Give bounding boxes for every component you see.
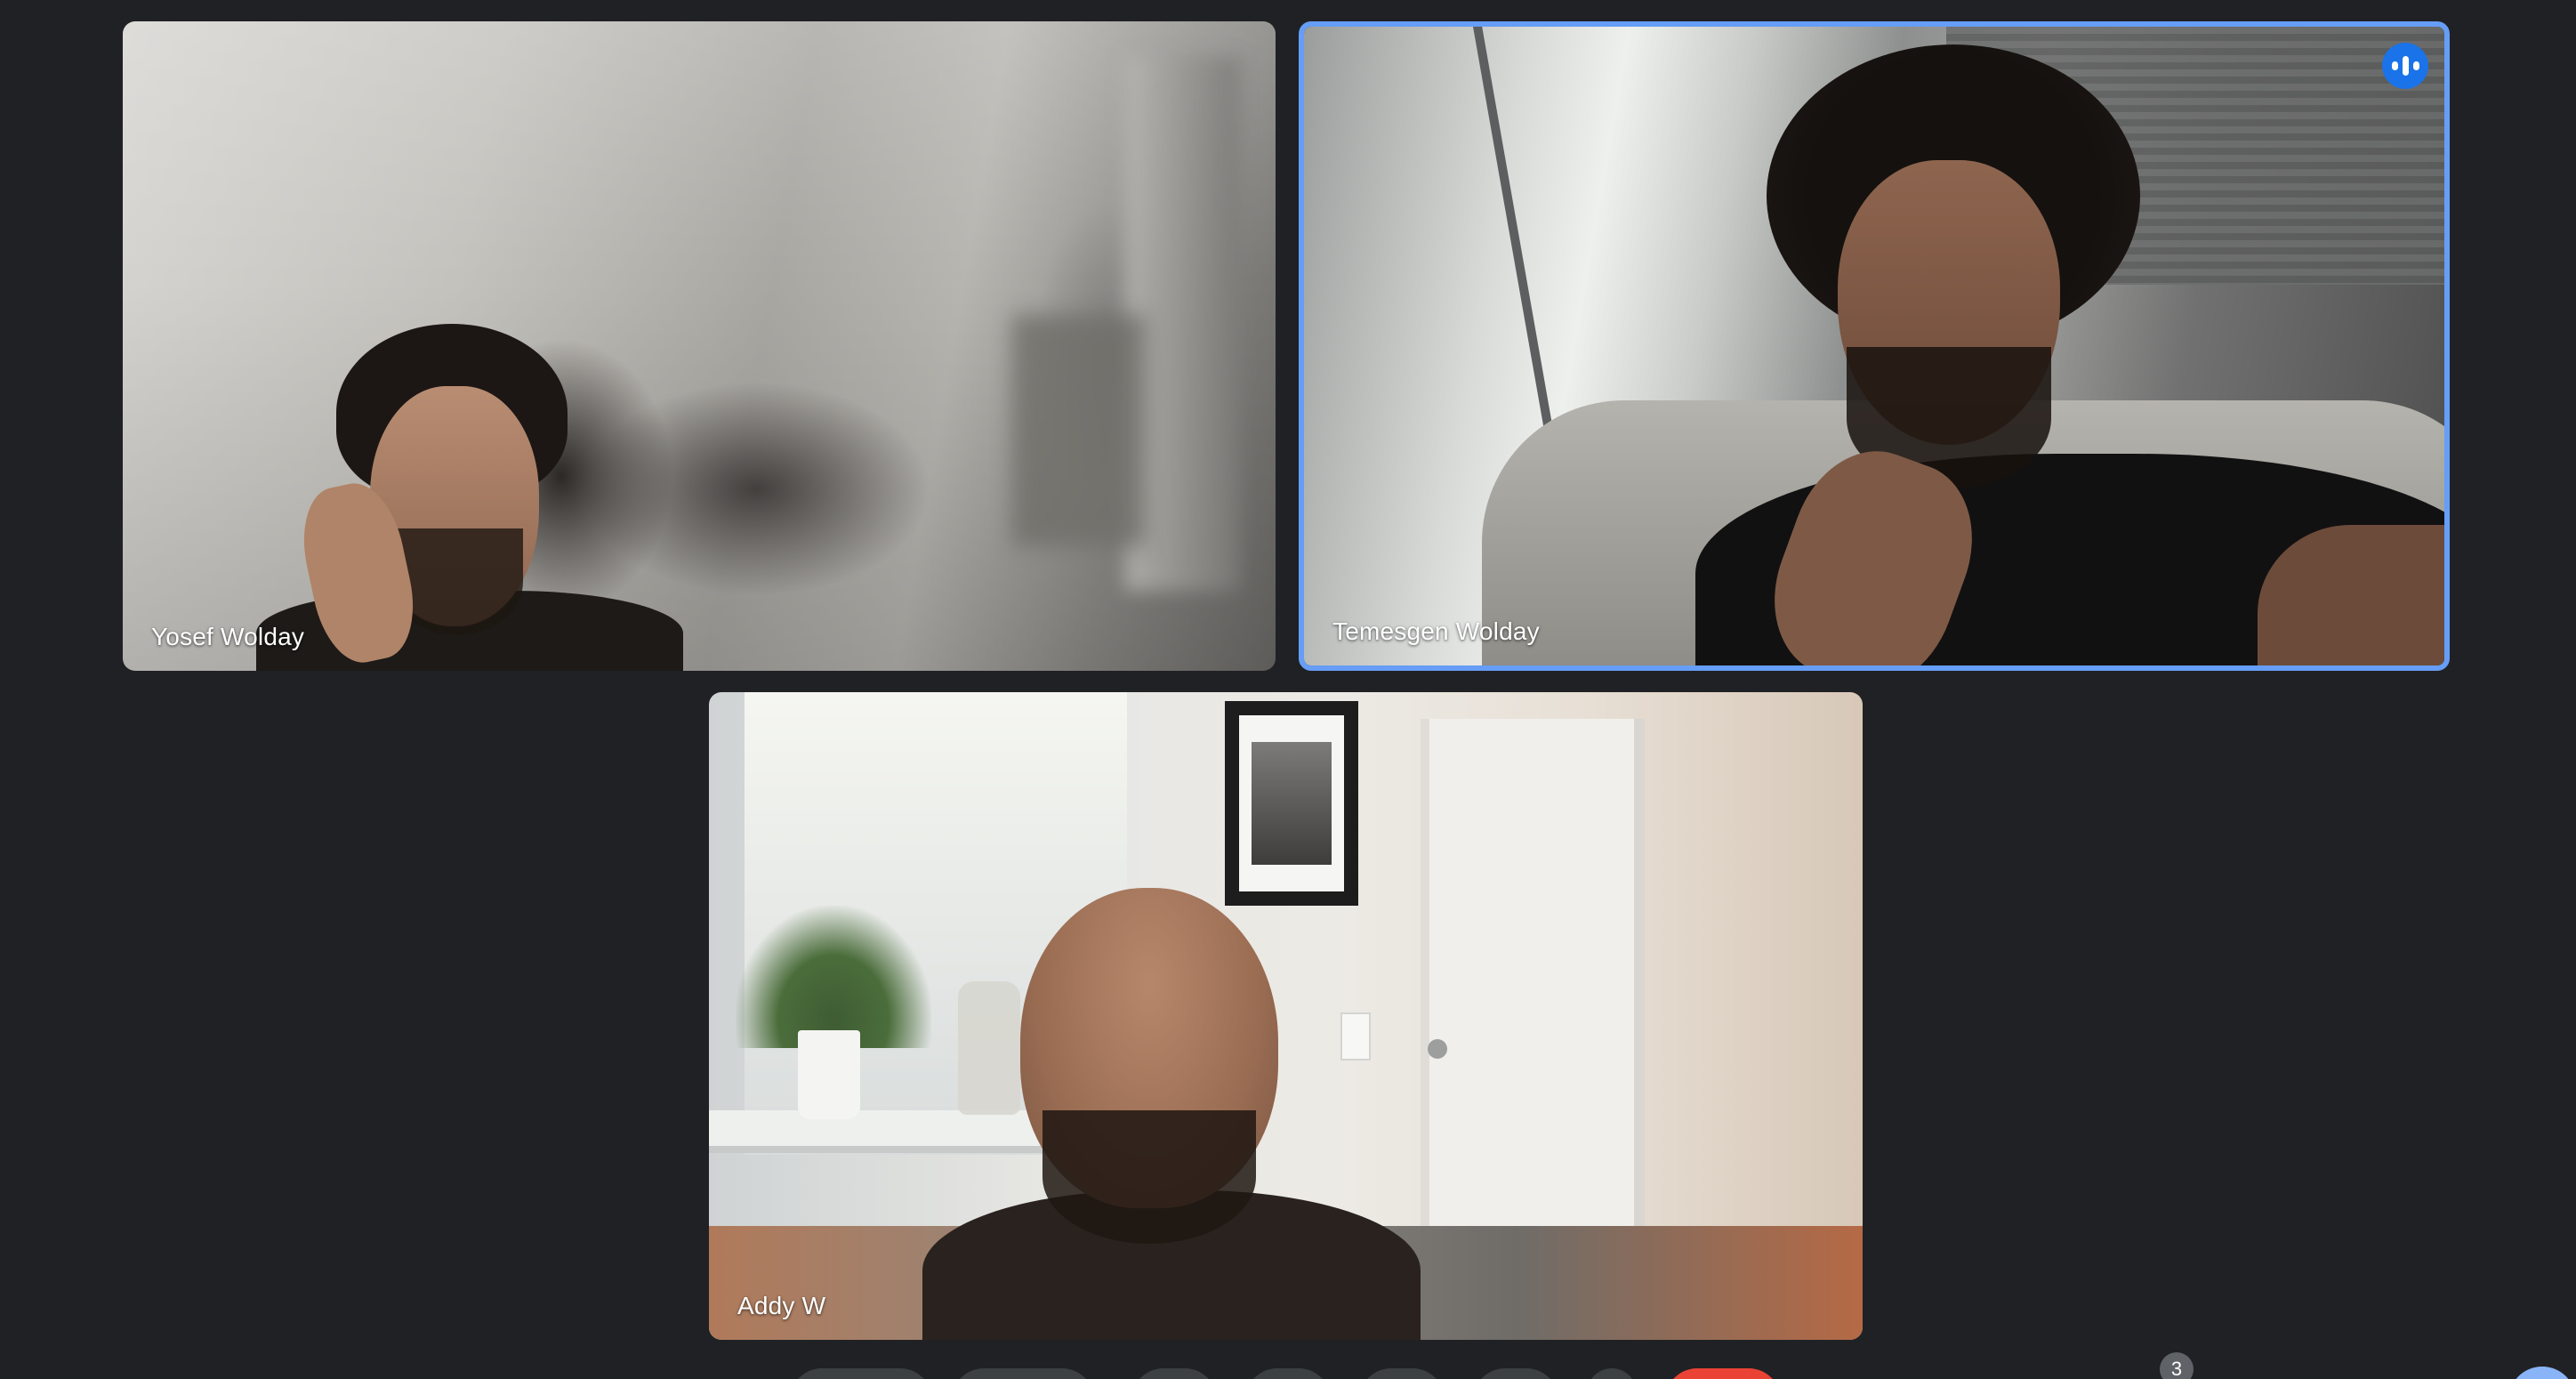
camera-button[interactable] bbox=[952, 1368, 1094, 1379]
present-button[interactable] bbox=[1359, 1368, 1445, 1379]
audio-level-icon bbox=[2382, 43, 2428, 89]
picture-frame-mat bbox=[1239, 715, 1344, 891]
participant-video bbox=[709, 692, 1863, 1340]
video-background-plant bbox=[736, 906, 931, 1048]
participant-video bbox=[123, 21, 1276, 671]
participant-name-label: Yosef Wolday bbox=[151, 623, 305, 650]
participant-name-label: Addy W bbox=[737, 1292, 826, 1319]
video-background-vase bbox=[958, 981, 1020, 1115]
participant-tile-yosef[interactable]: Yosef Wolday bbox=[123, 21, 1276, 671]
more-options-button[interactable] bbox=[1587, 1368, 1637, 1379]
audio-level-bar bbox=[2391, 61, 2398, 70]
video-background-picture-frame bbox=[1225, 701, 1358, 906]
raise-hand-button[interactable] bbox=[1473, 1368, 1558, 1379]
video-background-closet bbox=[1473, 27, 1563, 483]
picture-frame-photo bbox=[1252, 742, 1332, 865]
participant-tile-temesgen[interactable]: Temesgen Wolday bbox=[1299, 21, 2450, 671]
video-background-switch bbox=[1340, 1012, 1371, 1060]
participant-tile-addy[interactable]: Addy W bbox=[709, 692, 1863, 1340]
video-background-pot bbox=[798, 1030, 860, 1119]
leave-call-button[interactable] bbox=[1665, 1368, 1781, 1379]
video-background-doorknob bbox=[1428, 1039, 1447, 1059]
captions-button[interactable] bbox=[1131, 1368, 1217, 1379]
audio-level-bar bbox=[2412, 61, 2419, 70]
audio-button[interactable] bbox=[790, 1368, 932, 1379]
video-background-door bbox=[1421, 719, 1645, 1253]
participant-video bbox=[1304, 27, 2444, 665]
participant-beard bbox=[1042, 1110, 1256, 1244]
video-background-frame bbox=[1012, 315, 1146, 546]
reactions-button[interactable] bbox=[1245, 1368, 1331, 1379]
meeting-stage: Yosef Wolday Temesgen Wolday Addy W 3 bbox=[0, 0, 2576, 1379]
audio-level-bar bbox=[2402, 56, 2409, 76]
participant-count-badge[interactable]: 3 bbox=[2160, 1352, 2194, 1379]
participant-name-label: Temesgen Wolday bbox=[1332, 617, 1540, 645]
